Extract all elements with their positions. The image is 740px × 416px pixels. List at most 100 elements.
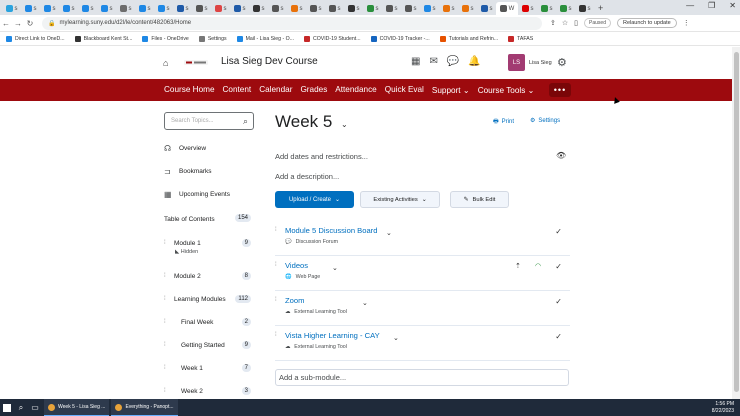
relaunch-button[interactable]: Relaunch to update [616,18,677,28]
browser-tab[interactable]: s [458,2,477,15]
profile-paused-button[interactable]: Paused [584,18,611,28]
sidebar-item-overview[interactable]: ☊ Overview [164,144,206,153]
topic-title[interactable]: Vista Higher Learning - CAY [285,331,380,340]
bookmark-item[interactable]: Blackboard Kent St... [74,35,132,42]
notification-bell-icon[interactable]: 🔔 [468,56,480,67]
waffle-grid-icon[interactable]: ▦ [411,56,420,67]
drag-handle-icon[interactable]: ⁞ [275,227,277,233]
browser-tab[interactable]: s [21,2,40,15]
sidebar-item-upcoming-events[interactable]: ▦ Upcoming Events [164,190,230,199]
browser-tab[interactable]: s [287,2,306,15]
chevron-down-icon[interactable]: ⌄ [341,120,348,129]
add-submodule-input[interactable]: Add a sub-module... [275,369,569,386]
browser-tab[interactable]: s [116,2,135,15]
reload-icon[interactable]: ↻ [24,19,36,28]
toc-module-item[interactable]: ⁞ Module 2 8 [164,272,251,287]
sidebar-item-bookmarks[interactable]: ⊐ Bookmarks [164,167,212,176]
task-view-icon[interactable]: ▭ [28,403,42,412]
back-icon[interactable]: ← [0,19,12,28]
topic-title[interactable]: Zoom [285,296,304,305]
avatar[interactable]: LS [508,54,525,71]
drag-handle-icon[interactable]: ⁞ [164,240,166,246]
browser-tab[interactable]: s [211,2,230,15]
gear-icon[interactable]: ⚙ [557,56,567,69]
visibility-eye-icon[interactable]: 👁 [556,151,566,160]
topic-title[interactable]: Videos [285,261,308,270]
browser-tab[interactable]: s [575,2,594,15]
home-icon[interactable]: ⌂ [163,58,168,68]
drag-handle-icon[interactable]: ⁞ [164,273,166,279]
bookmark-item[interactable]: COVID-19 Tracker -... [370,35,430,42]
system-clock[interactable]: 1:56 PM 8/22/2023 [712,401,734,414]
completion-tracking-icon[interactable]: ◠ [535,262,541,270]
search-topics-input[interactable]: Search Topics... ⌕ [164,112,254,130]
browser-tab[interactable]: s [59,2,78,15]
chevron-down-icon[interactable]: ⌄ [362,299,368,307]
institution-logo[interactable] [184,60,208,65]
mail-icon[interactable]: ✉ [429,56,437,67]
browser-tab[interactable]: s [192,2,211,15]
navbar-item[interactable]: Support ⌄ [432,85,470,95]
new-tab-button[interactable]: + [598,3,603,13]
chevron-down-icon[interactable]: ⌄ [332,264,338,272]
browser-tab[interactable]: s [382,2,401,15]
user-name[interactable]: Lisa Sieg [529,60,552,66]
table-of-contents-link[interactable]: Table of Contents 154 [164,214,251,223]
add-dates-restrictions[interactable]: Add dates and restrictions... [275,152,368,161]
drag-handle-icon[interactable]: ⁞ [275,262,277,268]
toc-module-item[interactable]: ⁞ Week 1 7 [164,364,251,379]
toc-module-item[interactable]: ⁞ Learning Modules 112 [164,295,251,310]
browser-tab[interactable]: s [344,2,363,15]
close-window-icon[interactable]: ✕ [729,1,736,10]
browser-tab[interactable]: s [420,2,439,15]
drag-handle-icon[interactable]: ⁞ [164,296,166,302]
drag-handle-icon[interactable]: ⁞ [275,297,277,303]
bulk-edit-button[interactable]: ✎ Bulk Edit [450,191,509,208]
bookmark-item[interactable]: Settings [198,35,227,42]
browser-tab[interactable]: s [268,2,287,15]
chevron-down-icon[interactable]: ⌄ [386,229,392,237]
maximize-icon[interactable]: ❐ [708,1,715,10]
publish-status-icon[interactable]: ⇡ [515,262,521,270]
forward-icon[interactable]: → [12,19,24,28]
browser-tab[interactable]: W [496,2,518,15]
windows-start-button[interactable] [0,399,14,416]
bookmark-item[interactable]: Files - OneDrive [142,35,189,42]
drag-handle-icon[interactable]: ⁞ [275,332,277,338]
browser-tab[interactable]: s [154,2,173,15]
print-button[interactable]: 🖶 Print [493,117,514,127]
browser-tab[interactable]: s [325,2,344,15]
navbar-item[interactable]: Course Tools ⌄ [478,85,535,95]
browser-tab[interactable]: s [363,2,382,15]
bookmark-item[interactable]: Tutorials and Refrin... [439,35,498,42]
browser-tab[interactable]: s [135,2,154,15]
browser-tab[interactable]: s [518,2,537,15]
navbar-item[interactable]: Attendance [335,85,376,95]
course-title[interactable]: Lisa Sieg Dev Course [221,56,318,67]
chat-icon[interactable]: 💬 [447,56,459,67]
scrollbar-thumb[interactable] [734,52,739,392]
browser-tab[interactable]: s [249,2,268,15]
browser-tab[interactable]: s [2,2,21,15]
toc-module-item[interactable]: ⁞ Module 1 9 ◣ Hidden [164,239,251,255]
minimize-icon[interactable]: — [686,1,694,10]
browser-tab[interactable]: s [537,2,556,15]
add-description[interactable]: Add a description... [275,172,339,181]
taskbar-app-chrome-1[interactable]: Week 5 - Lisa Sieg ... [44,399,110,416]
search-icon[interactable]: ⌕ [243,116,248,127]
star-icon[interactable]: ☆ [562,19,568,27]
drag-handle-icon[interactable]: ⁞ [164,319,166,325]
checkmark-icon[interactable]: ✓ [555,332,562,341]
navbar-item[interactable]: Calendar [259,85,292,95]
browser-tab[interactable]: s [173,2,192,15]
navbar-item[interactable]: Content [223,85,252,95]
menu-icon[interactable]: ⋮ [683,19,690,27]
page-title[interactable]: Week 5 [275,112,332,132]
browser-tab[interactable]: s [477,2,496,15]
sidepanel-icon[interactable]: ▯ [574,19,578,27]
checkmark-icon[interactable]: ✓ [555,262,562,271]
drag-handle-icon[interactable]: ⁞ [164,365,166,371]
settings-button[interactable]: ⚙ Settings [530,117,560,125]
browser-tab[interactable]: s [230,2,249,15]
share-icon[interactable]: ⇪ [550,19,556,27]
